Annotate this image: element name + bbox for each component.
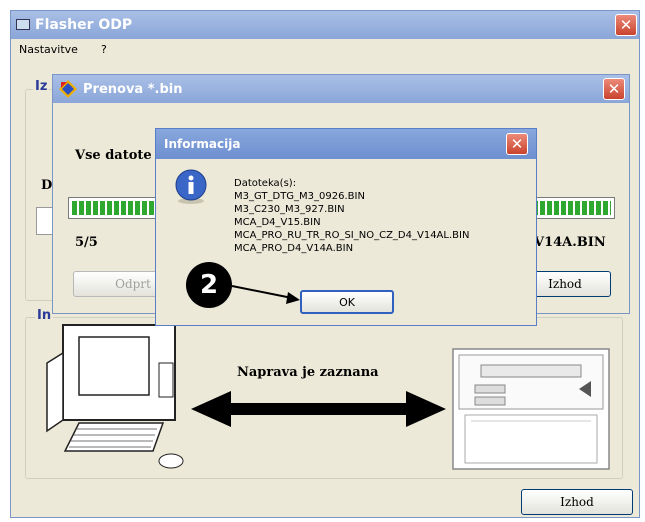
file-progress-bar	[529, 197, 615, 219]
info-message: Datoteka(s): M3_GT_DTG_M3_0926.BIN M3_C2…	[234, 177, 469, 255]
update-window-title: Prenova *.bin	[83, 82, 183, 97]
connection-arrow-icon	[191, 391, 446, 427]
menu-nastavitve[interactable]: Nastavitve	[19, 43, 78, 56]
callout-arrow-icon	[231, 285, 300, 304]
step-callout-badge: 2	[186, 262, 232, 308]
device-group-label: In	[35, 308, 54, 323]
upper-group-label: Iz	[33, 79, 50, 94]
info-close-button[interactable]: ✕	[506, 133, 528, 155]
menu-help[interactable]: ?	[101, 43, 107, 56]
info-dialog-title: Informacija	[164, 137, 241, 151]
file-progress-fill	[533, 201, 611, 215]
info-line: M3_GT_DTG_M3_0926.BIN	[234, 191, 365, 202]
info-line: MCA_D4_V15.BIN	[234, 217, 321, 228]
info-line: MCA_PRO_D4_V14A.BIN	[234, 243, 354, 254]
computer-illustration	[46, 324, 184, 469]
info-line: M3_C230_M3_927.BIN	[234, 204, 345, 215]
left-label: D	[41, 178, 53, 193]
app-icon	[16, 19, 30, 30]
progress-count: 5/5	[75, 235, 98, 250]
info-line: Datoteka(s):	[234, 178, 297, 189]
main-exit-button[interactable]: Izhod	[521, 489, 633, 515]
main-window-title: Flasher ODP	[35, 17, 133, 33]
ok-button[interactable]: OK	[300, 290, 394, 314]
update-app-icon	[59, 80, 77, 98]
device-illustration	[452, 348, 610, 470]
main-close-button[interactable]: ✕	[615, 14, 637, 36]
info-line: MCA_PRO_RU_TR_RO_SI_NO_CZ_D4_V14AL.BIN	[234, 230, 470, 241]
info-icon	[175, 169, 207, 204]
info-titlebar: Informacija ✕	[156, 129, 536, 159]
device-status-text: Naprava je zaznana	[237, 365, 379, 380]
current-file-name: V14A.BIN	[534, 235, 606, 250]
menu-bar: Nastavitve ?	[11, 39, 639, 61]
all-files-label: Vse datote	[75, 148, 152, 163]
main-titlebar: Flasher ODP ✕	[11, 11, 639, 39]
update-titlebar: Prenova *.bin ✕	[53, 75, 629, 103]
update-close-button[interactable]: ✕	[603, 78, 625, 100]
